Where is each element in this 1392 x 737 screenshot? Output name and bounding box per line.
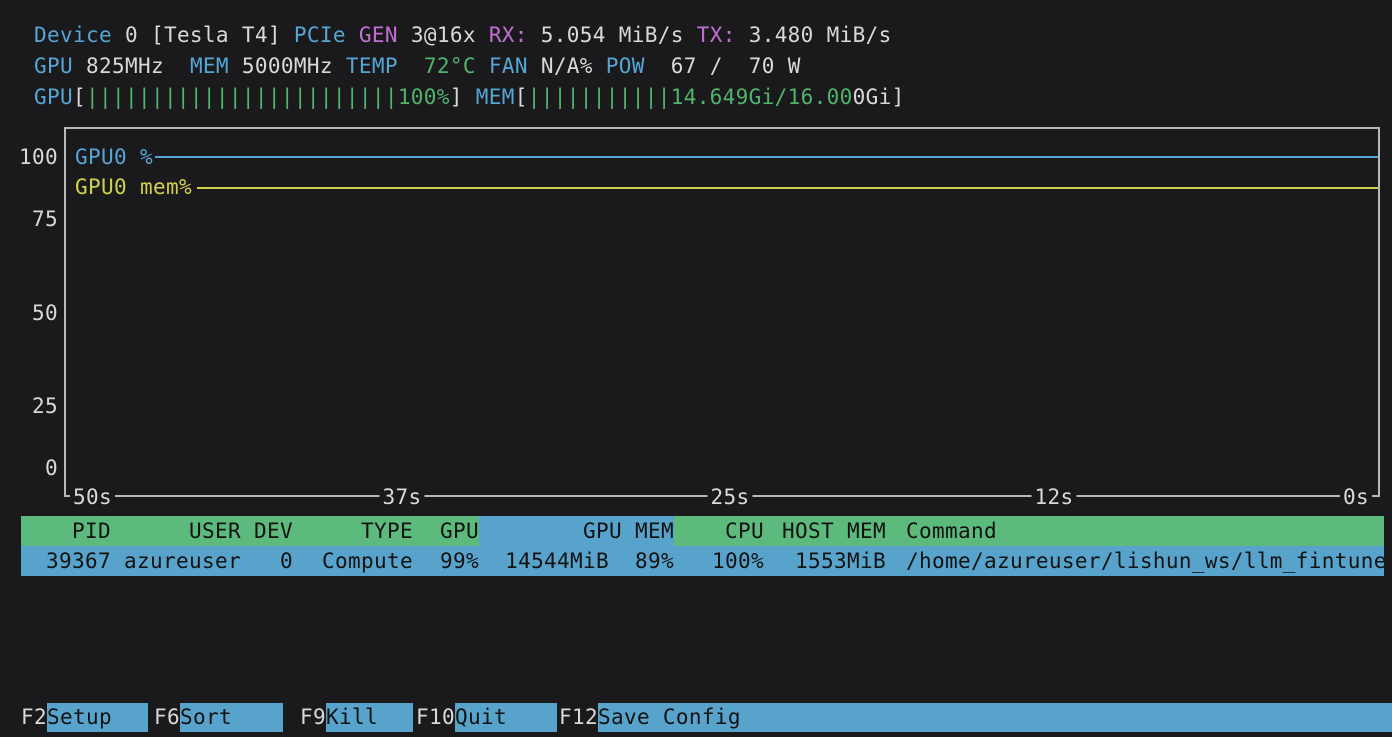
text-segment: 0Gi bbox=[853, 85, 892, 109]
legend-label: GPU0 % bbox=[75, 145, 153, 169]
footer-button-kill[interactable]: Kill bbox=[326, 703, 413, 732]
table-cell: 99% bbox=[413, 546, 479, 576]
x-tick-label: 25s bbox=[708, 483, 753, 511]
table-cell: Compute bbox=[293, 546, 413, 576]
y-tick-label: 75 bbox=[32, 205, 58, 233]
text-segment: ||||||||||||||||||||||||100% bbox=[86, 85, 450, 109]
column-header: Command bbox=[886, 516, 1384, 546]
table-cell: 0 bbox=[241, 546, 293, 576]
text-segment: TX: bbox=[697, 23, 749, 47]
fkey-label: F2 bbox=[21, 703, 47, 732]
text-segment: GPU bbox=[34, 85, 73, 109]
text-segment: [ bbox=[515, 85, 528, 109]
column-header: USER bbox=[111, 516, 241, 546]
fkey-label: F12 bbox=[559, 703, 598, 732]
table-cell: 1553MiB bbox=[764, 546, 886, 576]
table-cell: 14544MiB 89% bbox=[479, 546, 674, 576]
text-segment: FAN bbox=[489, 54, 528, 78]
legend-item: GPU0 % bbox=[75, 142, 153, 172]
x-tick-label: 12s bbox=[1032, 483, 1077, 511]
table-cell: 100% bbox=[674, 546, 764, 576]
plot-area: 50s37s25s12s0sGPU0 %GPU0 mem% bbox=[64, 127, 1380, 497]
series-line bbox=[155, 156, 1378, 158]
text-segment: GPU bbox=[34, 54, 73, 78]
legend-item: GPU0 mem% bbox=[75, 172, 192, 202]
device-line-pcie: Device 0 [Tesla T4] PCIe GEN 3@16x RX: 5… bbox=[34, 19, 905, 50]
y-tick-label: 50 bbox=[32, 299, 58, 327]
text-segment: RX: bbox=[489, 23, 541, 47]
fkey-label: F10 bbox=[416, 703, 455, 732]
text-segment: ] bbox=[450, 85, 463, 109]
footer-button-setup[interactable]: Setup bbox=[47, 703, 148, 732]
text-segment bbox=[463, 85, 476, 109]
text-segment: [ bbox=[73, 85, 86, 109]
column-header: GPU bbox=[413, 516, 479, 546]
text-segment bbox=[476, 54, 489, 78]
x-tick-label: 0s bbox=[1340, 483, 1372, 511]
text-segment: 3@16x bbox=[411, 23, 489, 47]
text-segment: Device bbox=[34, 23, 112, 47]
text-segment: [Tesla T4] bbox=[151, 23, 294, 47]
table-body: 39367azureuser0Compute99%14544MiB 89%100… bbox=[21, 546, 1384, 576]
text-segment: 5.054 MiB/s bbox=[541, 23, 697, 47]
footer-button-save-config[interactable]: Save Config bbox=[598, 703, 1392, 732]
y-tick-label: 0 bbox=[45, 454, 58, 482]
footer-button-quit[interactable]: Quit bbox=[455, 703, 557, 732]
y-axis: 100 75 50 25 0 bbox=[0, 127, 58, 497]
function-key-bar: F2SetupF6Sort F9KillF10QuitF12Save Config bbox=[0, 703, 1392, 732]
column-header: TYPE bbox=[293, 516, 413, 546]
text-segment: POW bbox=[606, 54, 645, 78]
table-cell: /home/azureuser/lishun_ws/llm_fintune bbox=[886, 546, 1384, 576]
nvtop-terminal: { "palette": { "bg": "#1a1a1c", "white":… bbox=[0, 0, 1392, 737]
text-segment: |||||||||||14.649Gi/16.00 bbox=[528, 85, 853, 109]
y-tick-label: 25 bbox=[32, 392, 58, 420]
device-line-util-bars: GPU[||||||||||||||||||||||||100%] MEM[||… bbox=[34, 81, 905, 112]
text-segment: 67 / 70 W bbox=[645, 54, 801, 78]
text-segment: 72°C bbox=[424, 54, 476, 78]
legend-label: GPU0 mem% bbox=[75, 175, 192, 199]
process-row[interactable]: 39367azureuser0Compute99%14544MiB 89%100… bbox=[21, 546, 1384, 576]
column-header: HOST MEM bbox=[764, 516, 886, 546]
x-tick-label: 50s bbox=[70, 483, 115, 511]
table-cell: 39367 bbox=[21, 546, 111, 576]
column-header: DEV bbox=[241, 516, 293, 546]
series-line bbox=[197, 187, 1378, 189]
table-cell: azureuser bbox=[111, 546, 241, 576]
fkey-label: F6 bbox=[154, 703, 180, 732]
text-segment bbox=[398, 54, 424, 78]
table-header-row: PIDUSERDEVTYPEGPUGPU MEMCPUHOST MEMComma… bbox=[21, 516, 1384, 546]
text-segment: GEN bbox=[359, 23, 411, 47]
x-tick-label: 37s bbox=[380, 483, 425, 511]
text-segment: 3.480 MiB/s bbox=[749, 23, 892, 47]
column-header: GPU MEM bbox=[479, 516, 674, 546]
text-segment: MEM bbox=[190, 54, 229, 78]
text-segment: N/A% bbox=[528, 54, 606, 78]
text-segment: ] bbox=[892, 85, 905, 109]
process-table: PIDUSERDEVTYPEGPUGPU MEMCPUHOST MEMComma… bbox=[21, 516, 1384, 576]
device-info: Device 0 [Tesla T4] PCIe GEN 3@16x RX: 5… bbox=[34, 19, 905, 112]
text-segment: 0 bbox=[112, 23, 151, 47]
column-header: CPU bbox=[674, 516, 764, 546]
y-tick-label: 100 bbox=[19, 143, 58, 171]
text-segment: TEMP bbox=[346, 54, 398, 78]
device-line-clocks: GPU 825MHz MEM 5000MHz TEMP 72°C FAN N/A… bbox=[34, 50, 905, 81]
footer-button-sort[interactable]: Sort bbox=[180, 703, 283, 732]
column-header: PID bbox=[21, 516, 111, 546]
text-segment: 5000MHz bbox=[229, 54, 346, 78]
text-segment: MEM bbox=[476, 85, 515, 109]
text-segment: PCIe bbox=[294, 23, 359, 47]
utilization-chart: 1007550250 50s37s25s12s0sGPU0 %GPU0 mem% bbox=[0, 127, 1380, 497]
fkey-label: F9 bbox=[300, 703, 326, 732]
text-segment: 825MHz bbox=[73, 54, 190, 78]
